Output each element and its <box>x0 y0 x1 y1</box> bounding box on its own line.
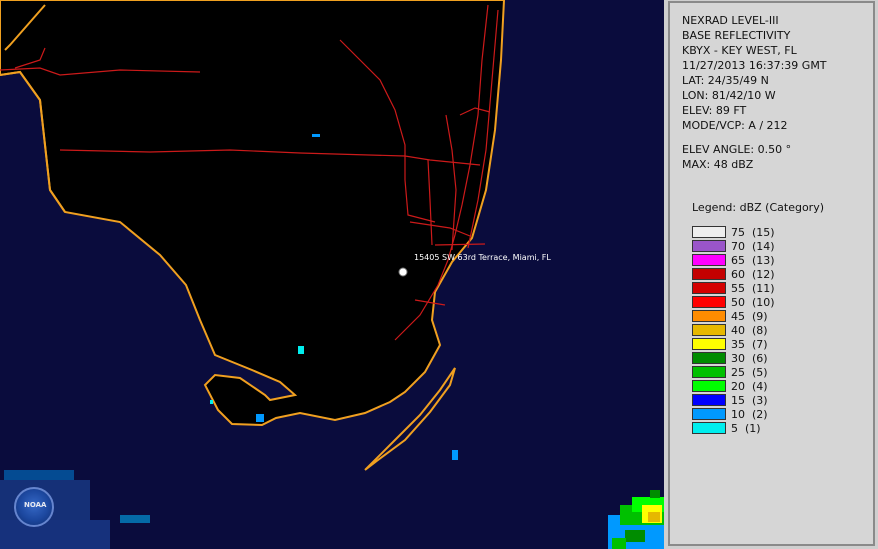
legend-label: 30 (6) <box>731 351 768 365</box>
legend-label: 50 (10) <box>731 295 775 309</box>
scan-datetime: 11/27/2013 16:37:39 GMT <box>682 59 827 72</box>
legend-swatch <box>692 226 726 238</box>
legend-label: 15 (3) <box>731 393 768 407</box>
product-type: BASE REFLECTIVITY <box>682 29 791 42</box>
location-marker <box>398 267 408 277</box>
legend-swatch <box>692 394 726 406</box>
legend-item: 55 (11) <box>692 281 775 295</box>
legend-item: 50 (10) <box>692 295 775 309</box>
legend-item: 15 (3) <box>692 393 768 407</box>
legend-swatch <box>692 268 726 280</box>
legend-item: 45 (9) <box>692 309 768 323</box>
station-elev: ELEV: 89 FT <box>682 104 747 117</box>
map-canvas <box>0 0 664 549</box>
station-lat: LAT: 24/35/49 N <box>682 74 769 87</box>
legend-label: 20 (4) <box>731 379 768 393</box>
legend-label: 25 (5) <box>731 365 768 379</box>
legend-label: 40 (8) <box>731 323 768 337</box>
legend-swatch <box>692 422 726 434</box>
legend-item: 10 (2) <box>692 407 768 421</box>
noaa-logo: NOAA <box>14 487 54 527</box>
legend-item: 25 (5) <box>692 365 768 379</box>
legend-swatch <box>692 254 726 266</box>
legend-title: Legend: dBZ (Category) <box>692 201 824 214</box>
legend-item: 35 (7) <box>692 337 768 351</box>
location-label: 15405 SW 63rd Terrace, Miami, FL <box>414 253 551 262</box>
legend-label: 55 (11) <box>731 281 775 295</box>
mode-vcp: MODE/VCP: A / 212 <box>682 119 788 132</box>
legend-swatch <box>692 296 726 308</box>
station-name: KBYX - KEY WEST, FL <box>682 44 797 57</box>
legend-label: 35 (7) <box>731 337 768 351</box>
legend-label: 45 (9) <box>731 309 768 323</box>
legend-label: 10 (2) <box>731 407 768 421</box>
legend-swatch <box>692 324 726 336</box>
legend-swatch <box>692 408 726 420</box>
max-dbz: MAX: 48 dBZ <box>682 158 754 171</box>
legend-swatch <box>692 366 726 378</box>
legend-item: 60 (12) <box>692 267 775 281</box>
legend-label: 75 (15) <box>731 225 775 239</box>
legend-item: 30 (6) <box>692 351 768 365</box>
legend-item: 65 (13) <box>692 253 775 267</box>
noaa-logo-text: NOAA <box>24 501 47 509</box>
legend-label: 65 (13) <box>731 253 775 267</box>
legend-swatch <box>692 310 726 322</box>
legend-swatch <box>692 240 726 252</box>
legend-item: 40 (8) <box>692 323 768 337</box>
legend-label: 60 (12) <box>731 267 775 281</box>
legend-item: 75 (15) <box>692 225 775 239</box>
elev-angle: ELEV ANGLE: 0.50 ° <box>682 143 792 156</box>
info-panel: NEXRAD LEVEL-III BASE REFLECTIVITY KBYX … <box>668 1 875 546</box>
station-lon: LON: 81/42/10 W <box>682 89 776 102</box>
legend-item: 20 (4) <box>692 379 768 393</box>
radar-map[interactable]: 15405 SW 63rd Terrace, Miami, FL NOAA <box>0 0 664 549</box>
legend-swatch <box>692 282 726 294</box>
legend-label: 5 (1) <box>731 421 761 435</box>
legend-swatch <box>692 352 726 364</box>
legend-swatch <box>692 338 726 350</box>
legend-swatch <box>692 380 726 392</box>
product-name: NEXRAD LEVEL-III <box>682 14 779 27</box>
legend-item: 70 (14) <box>692 239 775 253</box>
legend-item: 5 (1) <box>692 421 761 435</box>
legend-label: 70 (14) <box>731 239 775 253</box>
